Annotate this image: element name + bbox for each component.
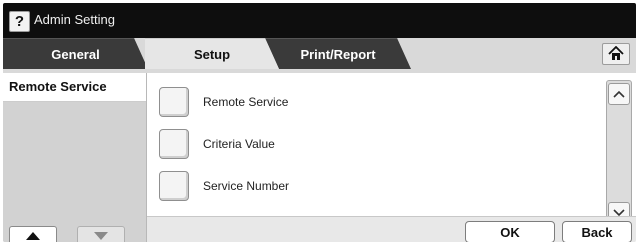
option-remote-service-button[interactable] bbox=[159, 87, 189, 117]
home-button[interactable] bbox=[602, 43, 630, 65]
tab-general[interactable]: General bbox=[3, 38, 148, 69]
tab-print-report[interactable]: Print/Report bbox=[265, 38, 411, 69]
options-scrollbar[interactable] bbox=[606, 80, 632, 227]
title-bar: ? Admin Setting bbox=[3, 3, 636, 38]
help-button[interactable]: ? bbox=[9, 11, 30, 32]
option-remote-service-label: Remote Service bbox=[203, 95, 289, 109]
option-service-number-label: Service Number bbox=[203, 179, 290, 193]
ok-button[interactable]: OK bbox=[465, 221, 555, 242]
action-bar: OK Back bbox=[147, 216, 636, 242]
triangle-down-icon bbox=[94, 232, 108, 240]
window-title: Admin Setting bbox=[34, 12, 115, 27]
scroll-up-button[interactable] bbox=[608, 83, 630, 105]
left-panel-title: Remote Service bbox=[3, 73, 146, 102]
admin-setting-window: ? Admin Setting General Print/Report Set… bbox=[3, 3, 636, 242]
back-button[interactable]: Back bbox=[562, 221, 632, 242]
chevron-up-icon bbox=[613, 90, 625, 98]
left-panel: Remote Service bbox=[3, 73, 147, 242]
left-scroll-up-button[interactable] bbox=[9, 226, 57, 242]
tab-setup[interactable]: Setup bbox=[145, 38, 279, 69]
option-service-number-button[interactable] bbox=[159, 171, 189, 201]
option-criteria-value-button[interactable] bbox=[159, 129, 189, 159]
option-criteria-value-label: Criteria Value bbox=[203, 137, 275, 151]
triangle-up-icon bbox=[26, 232, 40, 240]
home-icon bbox=[608, 46, 624, 60]
left-scroll-down-button[interactable] bbox=[77, 226, 125, 242]
